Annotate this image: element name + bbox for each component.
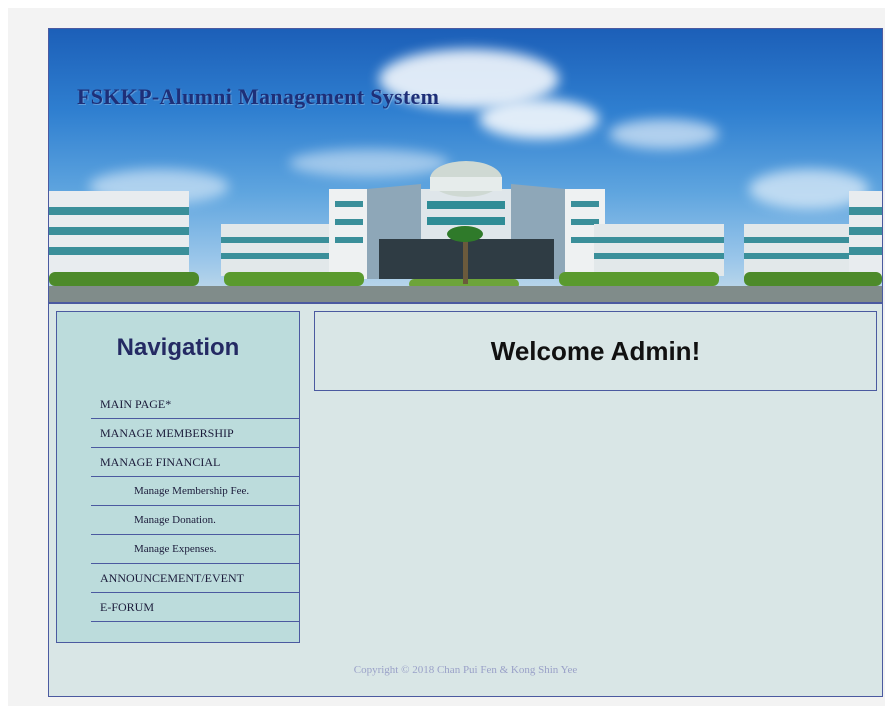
nav-item-e-forum[interactable]: E-FORUM [91, 593, 300, 622]
nav-subitem-donation[interactable]: Manage Donation. [91, 506, 300, 535]
copyright-footer: Copyright © 2018 Chan Pui Fen & Kong Shi… [353, 664, 578, 676]
campus-building-image [49, 161, 882, 302]
nav-item-announcement-event[interactable]: ANNOUNCEMENT/EVENT [91, 564, 300, 593]
page-background: FSKKP-Alumni Management System Navigatio… [8, 8, 885, 706]
header-banner: FSKKP-Alumni Management System [49, 29, 882, 304]
nav-item-manage-membership[interactable]: MANAGE MEMBERSHIP [91, 419, 300, 448]
navigation-sidebar: Navigation MAIN PAGE* MANAGE MEMBERSHIP … [56, 311, 300, 643]
site-title: FSKKP-Alumni Management System [77, 84, 440, 109]
nav-item-main-page[interactable]: MAIN PAGE* [91, 390, 300, 419]
nav-subitem-membership-fee[interactable]: Manage Membership Fee. [91, 477, 300, 506]
nav-item-manage-financial[interactable]: MANAGE FINANCIAL [91, 448, 300, 477]
navigation-heading: Navigation [116, 334, 240, 361]
nav-subitem-expenses[interactable]: Manage Expenses. [91, 535, 300, 564]
welcome-panel: Welcome Admin! [314, 311, 877, 391]
navigation-menu: MAIN PAGE* MANAGE MEMBERSHIP MANAGE FINA… [91, 390, 300, 622]
main-frame: FSKKP-Alumni Management System Navigatio… [48, 28, 883, 697]
welcome-heading: Welcome Admin! [490, 336, 701, 366]
